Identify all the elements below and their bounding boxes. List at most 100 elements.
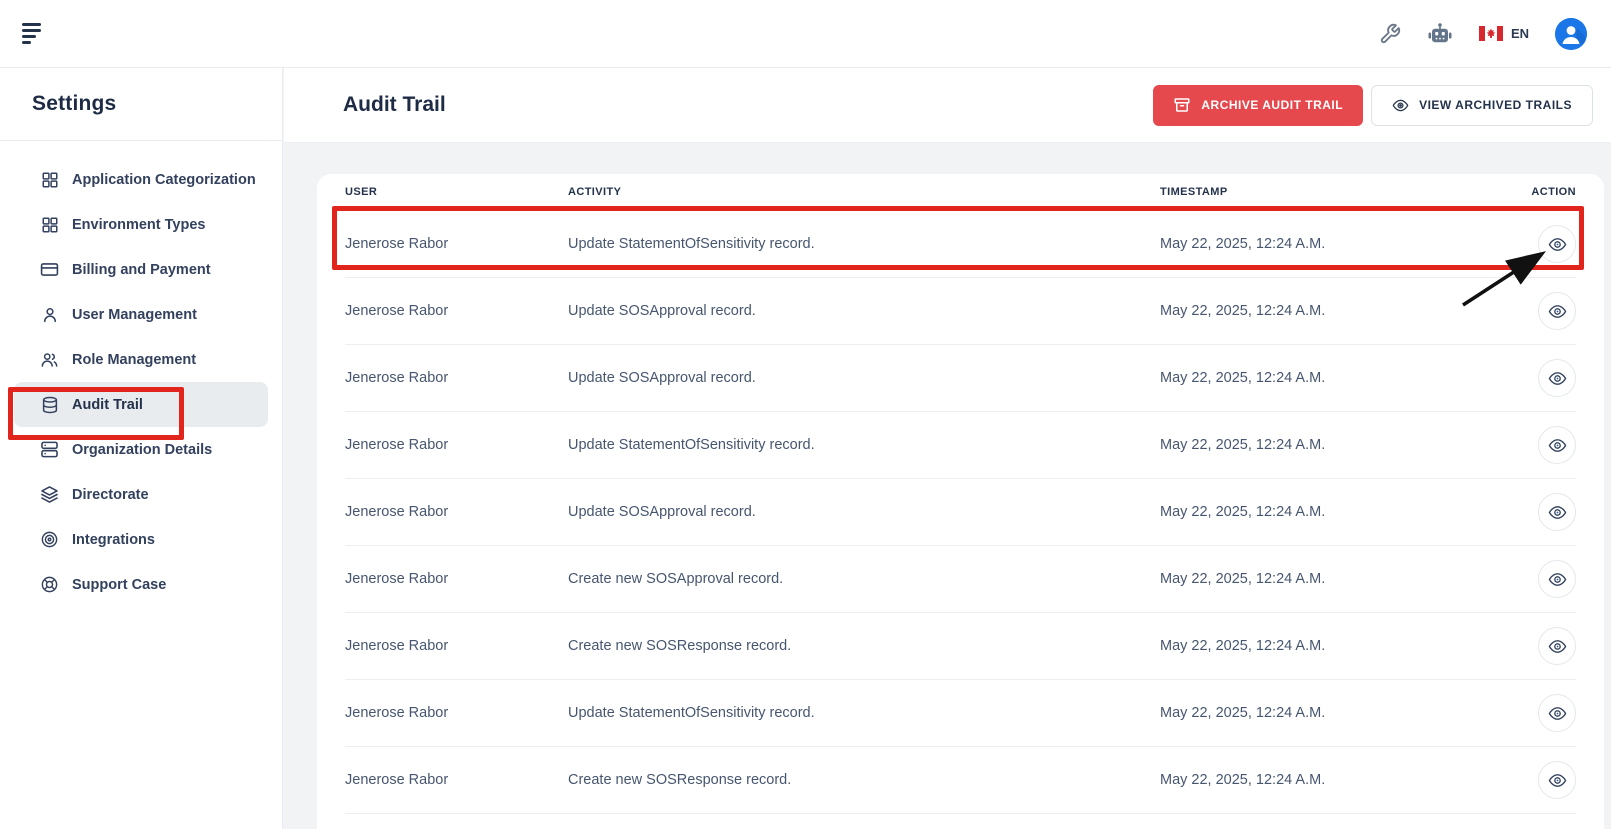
timestamp-cell: May 22, 2025, 12:24 A.M. <box>1160 370 1516 386</box>
view-record-button[interactable] <box>1538 493 1576 531</box>
user-cell: Jenerose Rabor <box>345 370 568 386</box>
eye-icon <box>1548 235 1567 254</box>
eye-icon <box>1392 97 1409 114</box>
activity-cell: Create new SOSResponse record. <box>568 772 1160 788</box>
grid-icon <box>40 215 59 234</box>
timestamp-cell: May 22, 2025, 12:24 A.M. <box>1160 772 1516 788</box>
activity-cell: Create new SOSApproval record. <box>568 571 1160 587</box>
eye-icon <box>1548 570 1567 589</box>
topbar: EN <box>0 0 1611 68</box>
user-cell: Jenerose Rabor <box>345 236 568 252</box>
table-row: Jenerose Rabor Update SOSApproval record… <box>345 345 1576 412</box>
table-row: Jenerose Rabor Update StatementOfSensiti… <box>345 680 1576 747</box>
user-cell: Jenerose Rabor <box>345 437 568 453</box>
table-row-highlighted: Jenerose Rabor Update StatementOfSensiti… <box>345 211 1576 278</box>
view-record-button[interactable] <box>1538 694 1576 732</box>
language-selector[interactable]: EN <box>1479 26 1529 41</box>
timestamp-cell: May 22, 2025, 12:24 A.M. <box>1160 571 1516 587</box>
table-row: Jenerose Rabor Create new SOSApproval re… <box>345 546 1576 613</box>
archive-box-icon <box>1173 96 1191 114</box>
user-cell: Jenerose Rabor <box>345 772 568 788</box>
timestamp-cell: May 22, 2025, 12:24 A.M. <box>1160 504 1516 520</box>
eye-icon <box>1548 369 1567 388</box>
eye-icon <box>1548 302 1567 321</box>
timestamp-cell: May 22, 2025, 12:24 A.M. <box>1160 437 1516 453</box>
column-header-user: USER <box>345 186 568 198</box>
user-icon <box>40 305 59 324</box>
view-record-button[interactable] <box>1538 292 1576 330</box>
activity-cell: Update StatementOfSensitivity record. <box>568 705 1160 721</box>
view-record-button[interactable] <box>1538 627 1576 665</box>
database-icon <box>40 395 59 414</box>
life-buoy-icon <box>40 575 59 594</box>
layers-icon <box>40 485 59 504</box>
canada-flag-icon <box>1479 26 1503 41</box>
user-cell: Jenerose Rabor <box>345 571 568 587</box>
audit-trail-table-card: USER ACTIVITY TIMESTAMP ACTION Jenerose … <box>317 174 1604 829</box>
column-header-action: ACTION <box>1516 186 1576 198</box>
activity-cell: Update SOSApproval record. <box>568 504 1160 520</box>
wrench-icon[interactable] <box>1379 23 1401 45</box>
table-header-row: USER ACTIVITY TIMESTAMP ACTION <box>345 174 1576 211</box>
timestamp-cell: May 22, 2025, 12:24 A.M. <box>1160 638 1516 654</box>
eye-icon <box>1548 704 1567 723</box>
column-header-timestamp: TIMESTAMP <box>1160 186 1516 198</box>
activity-cell: Update SOSApproval record. <box>568 370 1160 386</box>
view-record-button[interactable] <box>1538 761 1576 799</box>
eye-icon <box>1548 771 1567 790</box>
table-row: Jenerose Rabor Create new SOSResponse re… <box>345 747 1576 814</box>
view-record-button[interactable] <box>1538 560 1576 598</box>
sidebar-header: Settings <box>0 68 282 141</box>
page-title: Audit Trail <box>343 93 446 117</box>
timestamp-cell: May 22, 2025, 12:24 A.M. <box>1160 303 1516 319</box>
sidebar-item-billing-and-payment[interactable]: Billing and Payment <box>14 247 268 292</box>
activity-cell: Update StatementOfSensitivity record. <box>568 236 1160 252</box>
sidebar-item-user-management[interactable]: User Management <box>14 292 268 337</box>
view-record-button[interactable] <box>1538 359 1576 397</box>
table-row: Jenerose Rabor Create new SOSResponse re… <box>345 613 1576 680</box>
user-cell: Jenerose Rabor <box>345 705 568 721</box>
table-row: Jenerose Rabor Update SOSApproval record… <box>345 479 1576 546</box>
view-archived-trails-button[interactable]: VIEW ARCHIVED TRAILS <box>1371 85 1593 126</box>
table-body: Jenerose Rabor Update StatementOfSensiti… <box>345 211 1576 814</box>
main-area: Audit Trail ARCHIVE AUDIT TRAIL <box>284 68 1611 829</box>
timestamp-cell: May 22, 2025, 12:24 A.M. <box>1160 236 1516 252</box>
users-icon <box>40 350 59 369</box>
column-header-activity: ACTIVITY <box>568 186 1160 198</box>
table-row: Jenerose Rabor Update StatementOfSensiti… <box>345 412 1576 479</box>
view-record-button[interactable] <box>1538 225 1576 263</box>
sidebar-nav: Application Categorization Environment T… <box>0 141 282 607</box>
settings-sidebar: Settings Application Categorization Envi… <box>0 68 283 829</box>
server-icon <box>40 440 59 459</box>
view-record-button[interactable] <box>1538 426 1576 464</box>
eye-icon <box>1548 637 1567 656</box>
language-label: EN <box>1511 26 1529 41</box>
sidebar-item-organization-details[interactable]: Organization Details <box>14 427 268 472</box>
activity-cell: Update SOSApproval record. <box>568 303 1160 319</box>
sidebar-item-support-case[interactable]: Support Case <box>14 562 268 607</box>
timestamp-cell: May 22, 2025, 12:24 A.M. <box>1160 705 1516 721</box>
sidebar-item-role-management[interactable]: Role Management <box>14 337 268 382</box>
eye-icon <box>1548 503 1567 522</box>
sidebar-item-environment-types[interactable]: Environment Types <box>14 202 268 247</box>
user-cell: Jenerose Rabor <box>345 303 568 319</box>
sidebar-item-directorate[interactable]: Directorate <box>14 472 268 517</box>
archive-audit-trail-button[interactable]: ARCHIVE AUDIT TRAIL <box>1153 85 1363 126</box>
sidebar-item-integrations[interactable]: Integrations <box>14 517 268 562</box>
user-cell: Jenerose Rabor <box>345 638 568 654</box>
sidebar-item-audit-trail[interactable]: Audit Trail <box>14 382 268 427</box>
user-cell: Jenerose Rabor <box>345 504 568 520</box>
user-avatar[interactable] <box>1555 18 1587 50</box>
page-header: Audit Trail ARCHIVE AUDIT TRAIL <box>284 68 1611 143</box>
concentric-circles-icon <box>40 530 59 549</box>
sidebar-title: Settings <box>32 92 116 116</box>
table-row: Jenerose Rabor Update SOSApproval record… <box>345 278 1576 345</box>
robot-icon[interactable] <box>1427 22 1453 46</box>
eye-icon <box>1548 436 1567 455</box>
sidebar-item-application-categorization[interactable]: Application Categorization <box>14 157 268 202</box>
menu-icon[interactable] <box>22 23 48 45</box>
grid-icon <box>40 170 59 189</box>
content-area: USER ACTIVITY TIMESTAMP ACTION Jenerose … <box>284 143 1611 829</box>
activity-cell: Create new SOSResponse record. <box>568 638 1160 654</box>
activity-cell: Update StatementOfSensitivity record. <box>568 437 1160 453</box>
